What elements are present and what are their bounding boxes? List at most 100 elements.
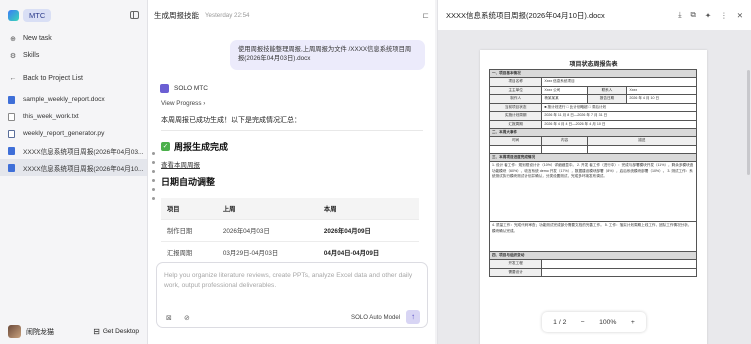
app-name-badge[interactable]: MTC (23, 8, 52, 22)
back-to-project-list[interactable]: ← Back to Project List (0, 70, 147, 87)
preview-scrollbar[interactable] (747, 70, 750, 175)
send-button[interactable]: ↑ (406, 310, 420, 324)
composer-placeholder[interactable]: Help you organize literature reviews, cr… (164, 271, 419, 291)
table-cell: 04月04日-04月09日 (317, 240, 419, 263)
preview-canvas[interactable]: 项目状态周报告表 一、项目基本情况 项目名称 Xxxx 信息系统项目 主主单位 … (438, 30, 751, 344)
doc-value: Xxxx (626, 85, 697, 95)
table-cell: 汇报周期 (161, 240, 217, 263)
doc-value: Xxxx 信息系统项目 (541, 77, 697, 87)
more-icon[interactable]: ⋮ (720, 11, 728, 20)
doc-label: 描述 (586, 136, 698, 146)
python-file-icon (8, 129, 15, 138)
file-item[interactable]: this_week_work.txt (0, 108, 147, 125)
download-icon[interactable]: ⤓ (678, 10, 681, 20)
scroll-dots[interactable] (152, 152, 155, 200)
sidebar-footer: 闹院龙猫 ⊟ Get Desktop (0, 325, 147, 338)
doc-section: 二、本周大事件 (489, 128, 697, 137)
file-item[interactable]: sample_weekly_report.docx (0, 91, 147, 108)
table-cell: 制作日期 (161, 218, 217, 241)
doc-label: 汇报周期 (488, 119, 543, 129)
plus-circle-icon: ⊕ (10, 35, 16, 43)
check-icon: ✓ (161, 142, 170, 151)
text-file-icon (8, 112, 15, 121)
file-name: XXXX信息系统项目周报(2026年04月10... (23, 165, 144, 173)
table-header: 上周 (216, 198, 318, 219)
date-table: 项目 上周 本周 制作日期 2026年04月03日 2026年04月09日 汇报… (161, 198, 419, 263)
table-cell: 2026年04月03日 (216, 218, 318, 241)
doc-section: 四、项目与组织变动 (489, 251, 697, 260)
arrow-up-icon: ↑ (411, 312, 415, 321)
doc-row (488, 144, 698, 154)
doc-label: 实施计划周期 (488, 111, 543, 121)
doc-paragraph: 1. 设计 者工作：规划框设计计（10%）详细细显中。 2. 开发 者工作（进行… (489, 161, 697, 222)
collapse-sidebar-icon[interactable] (130, 11, 139, 19)
date-adjust-heading: 日期自动调整 (161, 177, 216, 187)
skills-label: Skills (23, 52, 40, 59)
file-item[interactable]: XXXX信息系统项目周报(2026年04月03... (0, 142, 147, 159)
file-item-active[interactable]: XXXX信息系统项目周报(2026年04月10... (0, 159, 147, 176)
chat-header: 生成周报技能 Yesterday 22:54 ⊏ (148, 0, 435, 30)
preview-header: XXXX信息系统项目周报(2026年04月10日).docx ⤓ ⧉ ✦ ⋮ ✕ (438, 0, 751, 30)
doc-label: 内容 (541, 136, 588, 146)
file-name: sample_weekly_report.docx (23, 96, 105, 103)
file-name: XXXX信息系统项目周报(2026年04月03... (23, 148, 144, 156)
table-row: 制作日期 2026年04月03日 2026年04月09日 (161, 218, 419, 241)
file-name: weekly_report_generator.py (23, 130, 105, 137)
done-heading: ✓ 周报生成完成 (161, 140, 228, 153)
open-external-icon[interactable]: ⧉ (691, 10, 696, 20)
avatar[interactable] (8, 325, 21, 338)
chevron-right-icon: › (203, 100, 206, 107)
solo-icon (160, 84, 169, 93)
get-desktop-label: Get Desktop (102, 328, 139, 335)
file-name: this_week_work.txt (23, 113, 79, 120)
table-header: 本周 (317, 198, 419, 219)
monitor-icon: ⊟ (93, 327, 100, 336)
get-desktop-button[interactable]: ⊟ Get Desktop (93, 327, 139, 336)
model-selector[interactable]: SOLO Auto Model (351, 314, 400, 321)
document-preview-panel: XXXX信息系统项目周报(2026年04月10日).docx ⤓ ⧉ ✦ ⋮ ✕… (437, 0, 751, 344)
view-report-link[interactable]: 查看本周周报 (161, 159, 200, 169)
zoom-out-button[interactable]: − (581, 319, 585, 326)
document-page: 项目状态周报告表 一、项目基本情况 项目名称 Xxxx 信息系统项目 主主单位 … (480, 50, 707, 344)
user-message: 使用周报技能整理周报,上周周报为文件 /XXXX信息系统项目周报(2026年04… (230, 40, 425, 70)
skills-button[interactable]: ⚙ Skills (0, 47, 147, 64)
skills-icon: ⚙ (9, 52, 17, 60)
view-progress-link[interactable]: View Progress › (161, 100, 205, 107)
doc-label: 时间 (488, 136, 543, 146)
doc-row: 时间 内容 描述 (488, 136, 698, 146)
doc-label: 当前项目状态 (488, 102, 543, 112)
paperclip-icon[interactable]: ⊘ (184, 314, 190, 322)
assistant-header: SOLO MTC (160, 84, 208, 93)
sidebar-header: MTC (0, 0, 147, 30)
chat-timestamp: Yesterday 22:54 (205, 11, 250, 19)
doc-label: 制作人 (488, 94, 543, 104)
sidebar: MTC ⊕ New task ⚙ Skills ← Back to Projec… (0, 0, 148, 344)
panel-toggle-icon[interactable]: ⊏ (422, 11, 429, 20)
back-label: Back to Project List (23, 75, 83, 82)
doc-value: 2026 年 4 月 4 日—2026 年 4 月 10 日 (541, 119, 697, 129)
new-task-label: New task (23, 35, 52, 42)
assistant-name: SOLO MTC (174, 85, 208, 92)
attachment-frame-icon[interactable]: ⊠ (166, 314, 172, 322)
doc-section-row: 二、本周大事件 (489, 128, 697, 137)
doc-label: 需要设计 (488, 267, 543, 277)
doc-label: 报告日期 (586, 94, 628, 104)
chat-panel: 生成周报技能 Yesterday 22:54 ⊏ 使用周报技能整理周报,上周周报… (148, 0, 435, 344)
doc-row: 项目名称 Xxxx 信息系统项目 (488, 77, 697, 87)
doc-value: Xxxx 公司 (541, 85, 588, 95)
doc-row: 开发工程 (488, 259, 697, 269)
table-header-row: 项目 上周 本周 (161, 198, 419, 219)
page-indicator: 1 / 2 (553, 318, 567, 326)
chat-composer[interactable]: Help you organize literature reviews, cr… (156, 262, 428, 328)
view-progress-label: View Progress (161, 100, 202, 107)
new-task-button[interactable]: ⊕ New task (0, 30, 147, 47)
docx-file-icon (8, 95, 15, 104)
pin-icon[interactable]: ✦ (705, 11, 711, 20)
doc-section: 三、本周项目进度完成情况 (489, 153, 697, 162)
doc-row: 汇报周期 2026 年 4 月 4 日—2026 年 4 月 10 日 (488, 119, 697, 129)
file-item[interactable]: weekly_report_generator.py (0, 125, 147, 142)
zoom-in-button[interactable]: + (631, 319, 635, 326)
done-heading-text: 周报生成完成 (174, 142, 229, 152)
doc-row: 制作人 杨某某某 报告日期 2026 年 4 月 10 日 (488, 94, 697, 104)
close-icon[interactable]: ✕ (737, 11, 743, 20)
